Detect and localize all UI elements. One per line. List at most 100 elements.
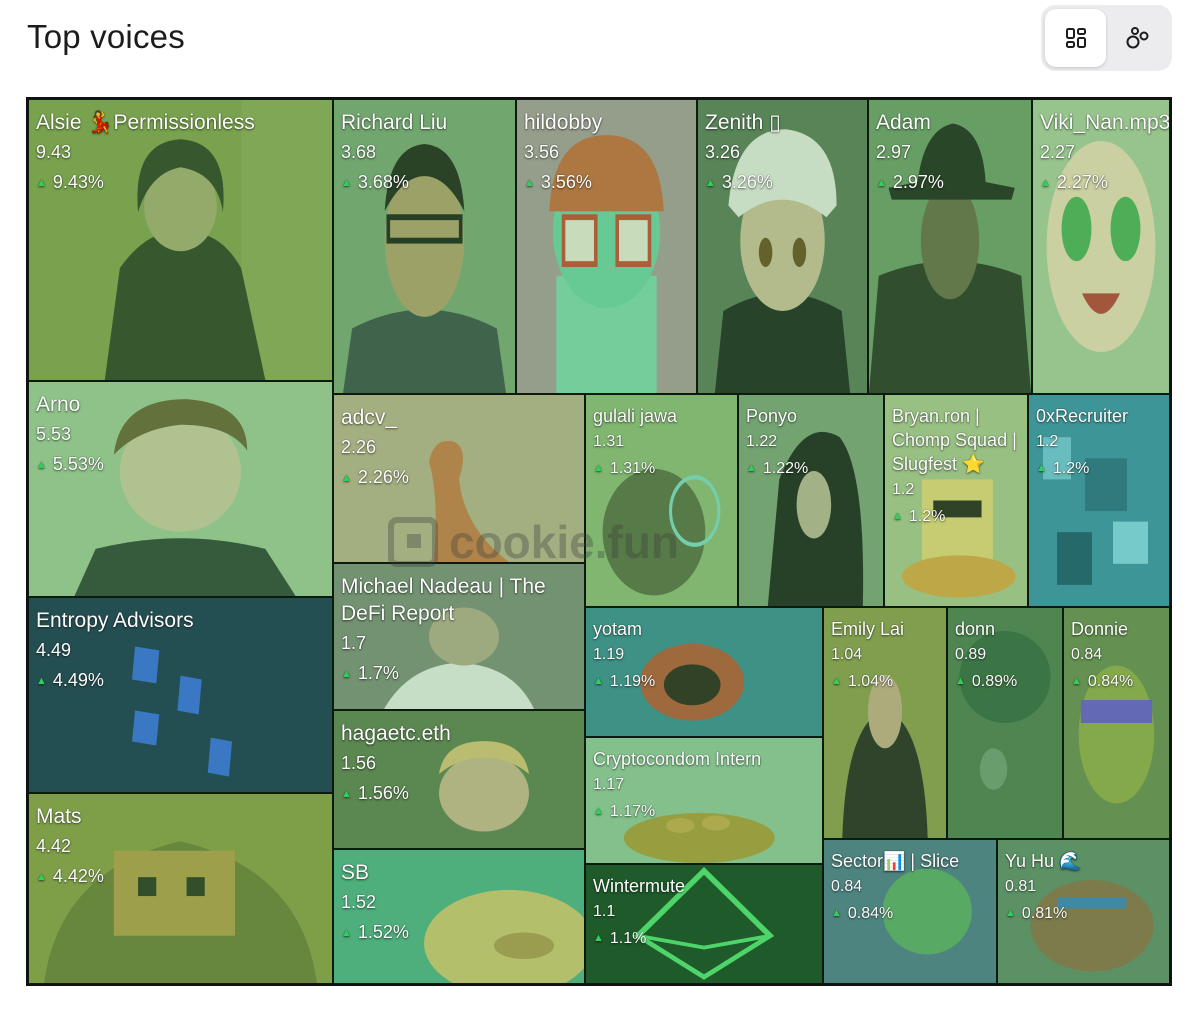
voice-score: 0.84 xyxy=(1071,646,1103,663)
voice-tile[interactable]: hagaetc.eth 1.56 ▲ 1.56% xyxy=(333,710,585,849)
voice-tile[interactable]: Adam 2.97 ▲ 2.97% xyxy=(868,99,1032,394)
voice-score: 5.53 xyxy=(36,424,72,444)
voice-name: Ponyo xyxy=(746,406,798,426)
voice-score: 1.56 xyxy=(341,753,377,773)
voice-change: 1.52% xyxy=(357,922,409,942)
voice-change: 3.26% xyxy=(721,172,773,192)
voice-tile[interactable]: Wintermute 1.1 ▲ 1.1% xyxy=(585,864,823,984)
voice-tile[interactable]: Richard Liu 3.68 ▲ 3.68% xyxy=(333,99,516,394)
voice-score: 1.1 xyxy=(593,903,616,920)
voice-name: Sector📊 | Slice xyxy=(831,851,960,871)
up-arrow-icon: ▲ xyxy=(1005,907,1016,919)
voice-tile[interactable]: Mats 4.42 ▲ 4.42% xyxy=(28,793,333,984)
voice-change: 1.2% xyxy=(1052,460,1090,477)
voice-change: 4.42% xyxy=(52,866,104,886)
up-arrow-icon: ▲ xyxy=(36,675,47,687)
voice-name: Viki_Nan.mp3 xyxy=(1040,111,1170,134)
voice-name: 0xRecruiter xyxy=(1036,406,1129,426)
up-arrow-icon: ▲ xyxy=(593,805,604,817)
voice-tile[interactable]: Emily Lai 1.04 ▲ 1.04% xyxy=(823,607,947,839)
voice-tile[interactable]: Ponyo 1.22 ▲ 1.22% xyxy=(738,394,884,607)
voice-name: Adam xyxy=(876,111,931,134)
voice-name: Yu Hu 🌊 xyxy=(1005,851,1082,871)
up-arrow-icon: ▲ xyxy=(524,177,535,189)
up-arrow-icon: ▲ xyxy=(746,462,757,474)
voice-change: 1.7% xyxy=(357,663,399,683)
voice-change: 3.56% xyxy=(540,172,592,192)
voice-change: 0.84% xyxy=(1087,673,1134,690)
up-arrow-icon: ▲ xyxy=(705,177,716,189)
voice-tile[interactable]: Alsie 💃Permissionless 9.43 ▲ 9.43% xyxy=(28,99,333,381)
voice-change: 3.68% xyxy=(357,172,409,192)
voice-tile[interactable]: Michael Nadeau | The DeFi Report 1.7 ▲ 1.… xyxy=(333,563,585,710)
voice-score: 1.2 xyxy=(892,481,915,498)
voice-score: 1.19 xyxy=(593,646,625,663)
voice-change: 1.19% xyxy=(609,673,656,690)
voice-score: 3.56 xyxy=(524,142,560,162)
voice-name: SB xyxy=(341,861,370,884)
up-arrow-icon: ▲ xyxy=(892,510,903,522)
voice-tile[interactable]: hildobby 3.56 ▲ 3.56% xyxy=(516,99,697,394)
voice-name: Mats xyxy=(36,805,82,828)
up-arrow-icon: ▲ xyxy=(341,788,352,800)
voice-change: 4.49% xyxy=(52,670,104,690)
grid-view-button[interactable] xyxy=(1045,9,1106,67)
voice-change: 0.84% xyxy=(847,905,894,922)
voice-name: Cryptocondom Intern xyxy=(593,749,762,769)
voice-score: 1.04 xyxy=(831,646,863,663)
voice-name: Arno xyxy=(36,393,81,416)
up-arrow-icon: ▲ xyxy=(831,907,842,919)
voice-change: 9.43% xyxy=(52,172,104,192)
voice-tile[interactable]: adcv_ 2.26 ▲ 2.26% xyxy=(333,394,585,563)
voice-tile[interactable]: SB 1.52 ▲ 1.52% xyxy=(333,849,585,984)
voice-change: 2.26% xyxy=(357,467,409,487)
top-voices-treemap: Alsie 💃Permissionless 9.43 ▲ 9.43% Arno 5… xyxy=(26,97,1172,986)
voice-score: 2.97 xyxy=(876,142,912,162)
voice-tile[interactable]: 0xRecruiter 1.2 ▲ 1.2% xyxy=(1028,394,1170,607)
voice-score: 0.84 xyxy=(831,878,863,895)
voice-score: 1.2 xyxy=(1036,433,1059,450)
bubble-view-button[interactable] xyxy=(1107,9,1168,67)
voice-score: 4.42 xyxy=(36,836,72,856)
up-arrow-icon: ▲ xyxy=(341,927,352,939)
voice-tile[interactable]: Sector📊 | Slice 0.84 ▲ 0.84% xyxy=(823,839,997,984)
voice-tile[interactable]: yotam 1.19 ▲ 1.19% xyxy=(585,607,823,737)
voice-name: Emily Lai xyxy=(831,619,905,639)
voice-score: 2.26 xyxy=(341,437,377,457)
up-arrow-icon: ▲ xyxy=(36,871,47,883)
up-arrow-icon: ▲ xyxy=(1036,462,1047,474)
up-arrow-icon: ▲ xyxy=(955,675,966,687)
voice-tile[interactable]: Yu Hu 🌊 0.81 ▲ 0.81% xyxy=(997,839,1170,984)
view-toggle xyxy=(1041,5,1172,71)
voice-score: 9.43 xyxy=(36,142,72,162)
voice-tile[interactable]: gulali jawa 1.31 ▲ 1.31% xyxy=(585,394,738,607)
up-arrow-icon: ▲ xyxy=(1040,177,1051,189)
up-arrow-icon: ▲ xyxy=(1071,675,1082,687)
up-arrow-icon: ▲ xyxy=(831,675,842,687)
up-arrow-icon: ▲ xyxy=(876,177,887,189)
voice-tile[interactable]: Viki_Nan.mp3 2.27 ▲ 2.27% xyxy=(1032,99,1170,394)
voice-tile[interactable]: Zenith ▯ 3.26 ▲ 3.26% xyxy=(697,99,868,394)
voice-tile[interactable]: Cryptocondom Intern 1.17 ▲ 1.17% xyxy=(585,737,823,864)
voice-tile[interactable]: Arno 5.53 ▲ 5.53% xyxy=(28,381,333,597)
voice-score: 1.31 xyxy=(593,433,625,450)
voice-change: 1.2% xyxy=(908,508,946,525)
voice-score: 1.7 xyxy=(341,633,367,653)
voice-name: Alsie 💃Permissionless xyxy=(36,111,255,134)
voice-score: 1.52 xyxy=(341,892,377,912)
voice-name: donn xyxy=(955,619,996,639)
grid-view-icon xyxy=(1065,28,1086,48)
voice-change: 1.1% xyxy=(609,930,647,947)
voice-score: 0.89 xyxy=(955,646,987,663)
voice-tile[interactable]: Entropy Advisors 4.49 ▲ 4.49% xyxy=(28,597,333,793)
voice-tile[interactable]: Donnie 0.84 ▲ 0.84% xyxy=(1063,607,1170,839)
voice-tile[interactable]: donn 0.89 ▲ 0.89% xyxy=(947,607,1063,839)
voice-change: 0.81% xyxy=(1021,905,1068,922)
voice-tile[interactable]: Bryan.ron | Chomp Squad | Slugfest ⭐ 1.2… xyxy=(884,394,1028,607)
voice-name: Richard Liu xyxy=(341,111,448,134)
voice-change: 2.97% xyxy=(892,172,944,192)
voice-score: 0.81 xyxy=(1005,878,1037,895)
up-arrow-icon: ▲ xyxy=(341,472,352,484)
up-arrow-icon: ▲ xyxy=(341,668,352,680)
voice-name: Entropy Advisors xyxy=(36,609,194,632)
